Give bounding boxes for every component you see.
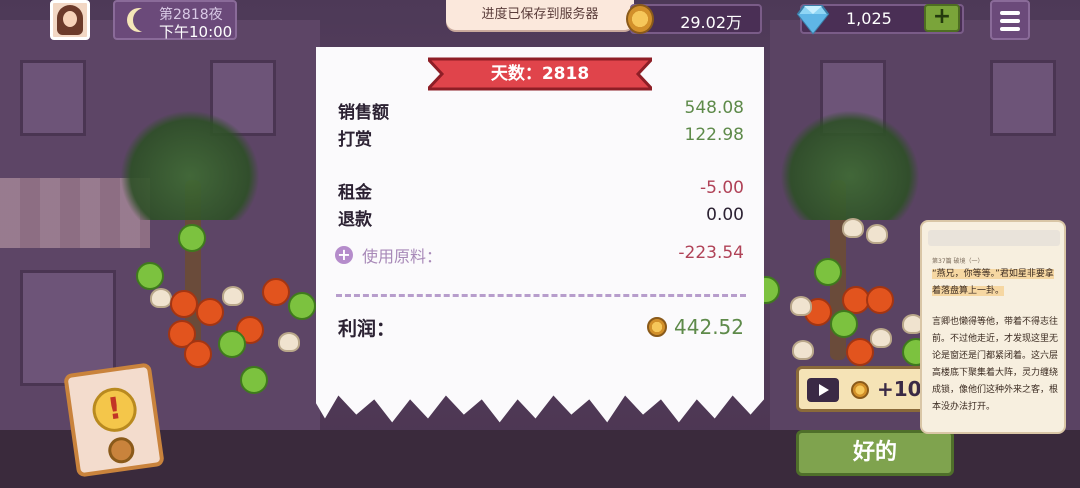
nut-piece (222, 286, 244, 306)
ad-reward-amount: +10 (877, 377, 922, 401)
coin-icon (851, 381, 869, 399)
hamburger-icon (1000, 19, 1020, 23)
save-toast: 进度已保存到服务器 (446, 0, 634, 30)
nut-piece (842, 218, 864, 238)
player-avatar[interactable] (50, 0, 90, 40)
highlighted-text: “燕兄，你等等。”君如星非要拿着落盘算上一卦。 (932, 269, 1054, 296)
materials-label[interactable]: 使用原料： (362, 243, 442, 267)
lime-slice (814, 258, 842, 286)
coin-amount: 29.02万 (680, 13, 742, 32)
rent-value: -5.00 (700, 178, 744, 198)
coin-balance: 29.02万 (626, 4, 762, 34)
hamburger-icon (1000, 11, 1020, 15)
building-window (990, 60, 1056, 136)
tomato-slice (262, 278, 290, 306)
nut-piece (792, 340, 814, 360)
novel-reader-overlay[interactable]: 第37篇 破境（一） “燕兄，你等等。”君如星非要拿着落盘算上一卦。 言卿也懒得… (920, 220, 1066, 434)
tomato-slice (196, 298, 224, 326)
tomato-slice (866, 286, 894, 314)
lime-slice (218, 330, 246, 358)
avatar-face (63, 11, 77, 27)
nut-piece (278, 332, 300, 352)
diamond-icon (796, 5, 830, 35)
palm-tree (780, 110, 920, 220)
expand-materials-icon[interactable]: + (335, 246, 353, 264)
gem-amount: 1,025 (846, 9, 892, 28)
lime-slice (240, 366, 268, 394)
profit-value: 442.52 (674, 315, 744, 339)
hamburger-icon (1000, 27, 1020, 31)
tomato-slice (846, 338, 874, 366)
chapter-title: 第37篇 破境（一） (932, 258, 984, 265)
tips-label: 打赏 (338, 130, 372, 150)
add-gems-button[interactable]: + (924, 4, 960, 32)
clock-time: 下午10:00 (159, 23, 233, 41)
rent-label: 租金 (338, 183, 372, 203)
coin-icon (106, 435, 136, 465)
lime-slice (830, 310, 858, 338)
reader-paragraph: 言卿也懒得等他，带着不得志往前。不过他走近，才发现这里无论是窗还是门都紧闭着。这… (932, 317, 1059, 412)
lime-slice (288, 292, 316, 320)
day-time-panel: 第2818夜 下午10:00 (113, 0, 237, 41)
building-window (20, 60, 86, 136)
tips-value: 122.98 (684, 125, 744, 145)
sales-value: 548.08 (684, 98, 744, 118)
nut-piece (150, 288, 172, 308)
ok-button[interactable]: 好的 (796, 430, 954, 476)
nut-piece (870, 328, 892, 348)
tomato-slice (184, 340, 212, 368)
reader-toolbar (928, 230, 1060, 246)
receipt-divider (336, 294, 746, 297)
menu-button[interactable] (990, 0, 1030, 40)
refund-label: 退款 (338, 210, 372, 230)
exclamation-icon: ! (89, 384, 140, 435)
refund-value: 0.00 (706, 205, 744, 225)
palm-tree (120, 110, 260, 220)
sales-label: 销售额 (338, 103, 389, 123)
day-banner-text: 天数：2818 (490, 64, 590, 84)
reader-paragraph: “燕兄，你等等。”君如星非要拿着落盘算上一卦。 (932, 266, 1058, 300)
alert-card[interactable]: ! (63, 362, 165, 478)
coin-icon (626, 4, 654, 34)
coin-icon (647, 317, 667, 337)
profit-label: 利润： (338, 318, 396, 340)
lime-slice (136, 262, 164, 290)
video-play-icon (807, 378, 839, 402)
watch-ad-bonus-button[interactable]: +10 (796, 366, 926, 412)
materials-value: -223.54 (678, 243, 744, 263)
moon-icon (133, 8, 157, 32)
lime-slice (178, 224, 206, 252)
nut-piece (790, 296, 812, 316)
tomato-slice (170, 290, 198, 318)
nut-piece (866, 224, 888, 244)
